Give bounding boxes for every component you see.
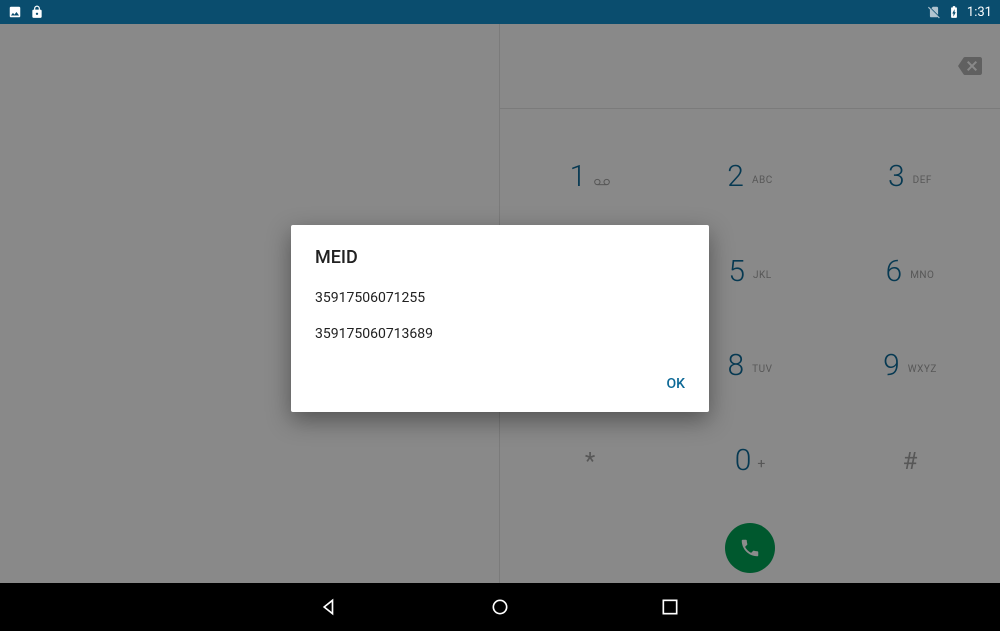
navigation-bar: [0, 583, 1000, 631]
lock-icon: [30, 5, 44, 19]
clock-time: 1:31: [967, 5, 992, 20]
screenshot-icon: [8, 5, 22, 19]
home-icon[interactable]: [490, 597, 510, 617]
dialog-actions: OK: [291, 360, 709, 412]
meid-line-1: 35917506071255: [315, 280, 685, 316]
back-icon[interactable]: [320, 597, 340, 617]
recents-icon[interactable]: [660, 597, 680, 617]
meid-line-2: 359175060713689: [315, 316, 685, 352]
meid-dialog: MEID 35917506071255 359175060713689 OK: [291, 225, 709, 412]
ok-button[interactable]: OK: [657, 370, 696, 398]
battery-charging-icon: [947, 5, 961, 19]
no-sim-icon: [927, 5, 941, 19]
status-bar: 1:31: [0, 0, 1000, 24]
status-right-icons: 1:31: [927, 5, 992, 20]
status-left-icons: [8, 5, 44, 19]
dialog-title: MEID: [291, 225, 709, 280]
dialog-body: 35917506071255 359175060713689: [291, 280, 709, 360]
